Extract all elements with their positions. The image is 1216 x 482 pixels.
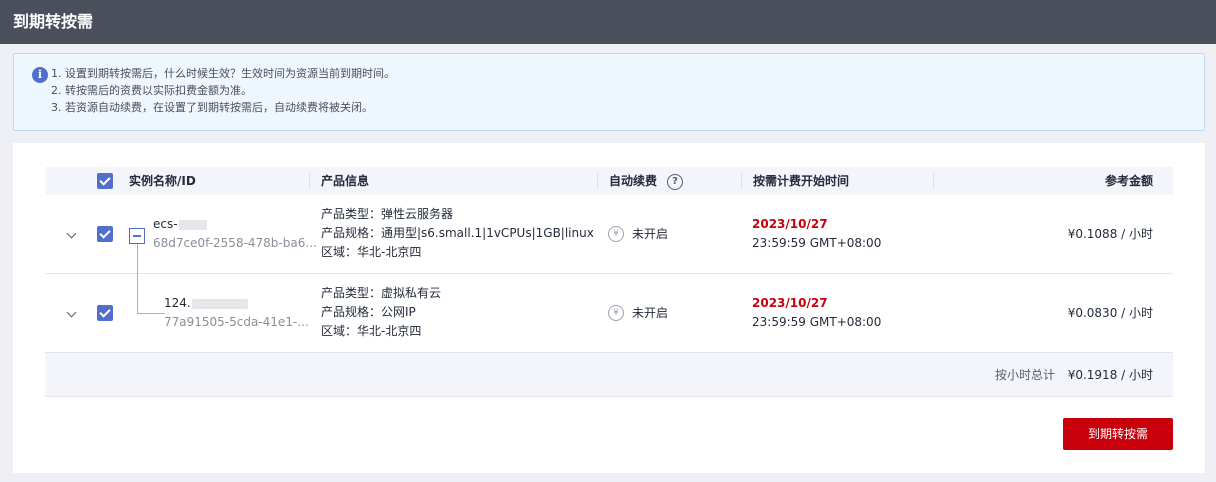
instance-id: 68d7ce0f-2558-478b-ba6... (153, 236, 317, 250)
col-product-header: 产品信息 (321, 174, 370, 188)
row-checkbox[interactable] (97, 226, 113, 242)
col-name-header: 实例名称/ID (129, 174, 196, 188)
resource-table-card: 实例名称/ID 产品信息 自动续费? 按需计费开始时间 参考金额 ecs- 68… (13, 143, 1205, 473)
info-notice: i 1. 设置到期转按需后，什么时候生效？生效时间为资源当前到期时间。 2. 转… (13, 53, 1205, 131)
reference-amount: ¥0.0830 / 小时 (1067, 306, 1153, 320)
renew-icon: ¥ (608, 226, 624, 242)
instance-name[interactable]: 124. (164, 295, 248, 311)
col-auto-renew-label: 自动续费 (609, 174, 658, 188)
chevron-down-icon[interactable] (67, 309, 77, 319)
col-auto-renew-header: 自动续费? (609, 167, 684, 195)
product-region: 区域：华北-北京四 (321, 245, 422, 259)
column-divider (309, 173, 310, 189)
masked-text (191, 298, 248, 309)
table-row: 124. 77a91505-5cda-41e1-... 产品类型：虚拟私有云 产… (45, 274, 1173, 353)
total-value: ¥0.1918 / 小时 (1067, 368, 1153, 382)
auto-renew-status: 未开启 (632, 227, 669, 241)
info-icon: i (32, 67, 48, 83)
select-all-checkbox[interactable] (97, 173, 113, 189)
help-icon[interactable]: ? (667, 173, 684, 190)
table-row: ecs- 68d7ce0f-2558-478b-ba6... 产品类型：弹性云服… (45, 195, 1173, 274)
renew-icon: ¥ (608, 305, 624, 321)
total-label: 按小时总计 (994, 368, 1055, 382)
chevron-down-icon[interactable] (67, 230, 77, 240)
product-region: 区域：华北-北京四 (321, 324, 422, 338)
start-date: 2023/10/27 (752, 296, 828, 310)
product-type: 产品类型：虚拟私有云 (321, 286, 442, 300)
table-header: 实例名称/ID 产品信息 自动续费? 按需计费开始时间 参考金额 (45, 167, 1173, 195)
notice-line-1: 1. 设置到期转按需后，什么时候生效？生效时间为资源当前到期时间。 (51, 67, 395, 80)
convert-on-demand-button[interactable]: 到期转按需 (1063, 418, 1173, 450)
instance-name-text: 124. (164, 296, 191, 310)
product-spec: 产品规格：公网IP (321, 305, 416, 319)
reference-amount: ¥0.1088 / 小时 (1067, 227, 1153, 241)
column-divider (741, 173, 742, 189)
column-divider (597, 173, 598, 189)
start-time: 23:59:59 GMT+08:00 (752, 236, 882, 250)
product-spec: 产品规格：通用型|s6.small.1|1vCPUs|1GB|linux (321, 226, 594, 240)
col-start-time-header: 按需计费开始时间 (753, 174, 850, 188)
row-checkbox[interactable] (97, 305, 113, 321)
total-summary: 按小时总计 ¥0.1918 / 小时 (45, 353, 1173, 397)
masked-text (178, 219, 207, 230)
auto-renew-status: 未开启 (632, 306, 669, 320)
instance-name[interactable]: ecs- (153, 216, 207, 232)
page-title: 到期转按需 (13, 12, 94, 31)
instance-id: 77a91505-5cda-41e1-... (164, 315, 309, 329)
collapse-tree-icon[interactable] (129, 228, 145, 244)
notice-line-3: 3. 若资源自动续费，在设置了到期转按需后，自动续费将被关闭。 (51, 101, 373, 114)
instance-name-text: ecs- (153, 217, 178, 231)
product-type: 产品类型：弹性云服务器 (321, 207, 454, 221)
page-header: 到期转按需 (0, 0, 1216, 44)
start-time: 23:59:59 GMT+08:00 (752, 315, 882, 329)
notice-line-2: 2. 转按需后的资费以实际扣费金额为准。 (51, 84, 252, 97)
col-amount-header: 参考金额 (1104, 174, 1153, 188)
start-date: 2023/10/27 (752, 217, 828, 231)
column-divider (933, 173, 934, 189)
